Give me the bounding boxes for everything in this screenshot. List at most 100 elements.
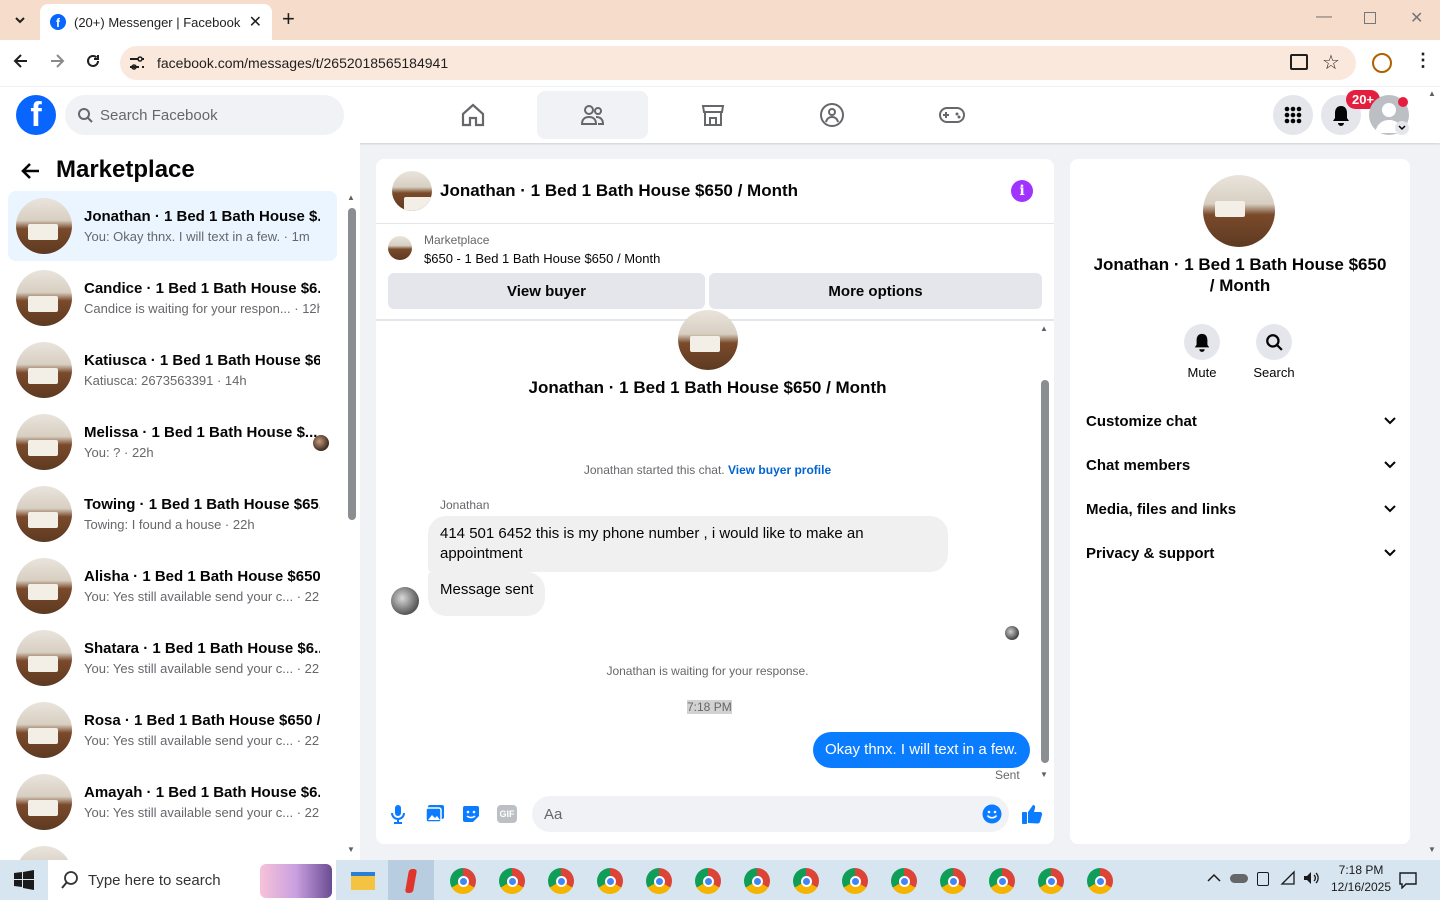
conversation-item[interactable]: Melissa · 1 Bed 1 Bath House $... You: ? … xyxy=(8,407,337,477)
message-timestamp: 7:18 PM xyxy=(687,700,732,714)
chrome-app-icon[interactable] xyxy=(789,864,823,898)
chat-members-row[interactable]: Chat members xyxy=(1086,450,1396,480)
search-facebook-input[interactable]: Search Facebook xyxy=(65,95,344,135)
browser-menu-icon[interactable]: ⋮ xyxy=(1414,50,1432,71)
page-scroll-up-arrow[interactable]: ▲ xyxy=(1428,89,1436,98)
pinned-app-icon[interactable] xyxy=(394,864,428,898)
intro-avatar[interactable] xyxy=(678,310,738,370)
listing-title[interactable]: $650 - 1 Bed 1 Bath House $650 / Month xyxy=(424,251,660,266)
menu-grid-button[interactable] xyxy=(1273,95,1313,135)
nav-marketplace[interactable] xyxy=(657,91,768,139)
nav-friends[interactable] xyxy=(537,91,648,139)
conversation-item[interactable]: Katiusca · 1 Bed 1 Bath House $6... Katiu… xyxy=(8,335,337,405)
listing-thumbnail xyxy=(16,414,72,470)
start-button[interactable] xyxy=(14,870,34,895)
sent-status: Sent xyxy=(995,768,1020,782)
back-button[interactable] xyxy=(12,52,30,75)
view-buyer-profile-link[interactable]: View buyer profile xyxy=(728,463,831,477)
nav-home[interactable] xyxy=(417,91,528,139)
conversation-scrollbar[interactable] xyxy=(348,208,356,520)
clock-time[interactable]: 7:18 PM xyxy=(1326,863,1396,877)
message-bubble-outgoing[interactable]: Okay thnx. I will text in a few. xyxy=(813,732,1030,768)
search-in-conversation-button[interactable] xyxy=(1256,324,1292,360)
chat-header-title[interactable]: Jonathan · 1 Bed 1 Bath House $650 / Mon… xyxy=(440,181,798,201)
sender-avatar[interactable] xyxy=(391,587,419,615)
mute-button[interactable] xyxy=(1184,324,1220,360)
site-info-icon[interactable] xyxy=(128,55,146,71)
chrome-app-icon[interactable] xyxy=(446,864,480,898)
conversation-item[interactable]: Amayah · 1 Bed 1 Bath House $6... You: Ye… xyxy=(8,767,337,837)
file-explorer-icon[interactable] xyxy=(346,864,380,898)
chat-header-avatar[interactable] xyxy=(392,171,432,211)
chrome-app-icon[interactable] xyxy=(887,864,921,898)
back-to-messages-icon[interactable] xyxy=(20,160,42,187)
view-buyer-button[interactable]: View buyer xyxy=(388,273,705,309)
scroll-down-arrow[interactable]: ▼ xyxy=(347,845,355,854)
action-center-icon[interactable] xyxy=(1398,871,1418,894)
onedrive-icon[interactable] xyxy=(1230,874,1248,883)
profile-icon[interactable] xyxy=(1372,53,1392,73)
sticker-button[interactable] xyxy=(461,804,481,829)
new-tab-button[interactable]: + xyxy=(282,8,302,32)
close-window-button[interactable]: ✕ xyxy=(1410,8,1423,28)
conversation-item[interactable]: Candice · 1 Bed 1 Bath House $6... Candic… xyxy=(8,263,337,333)
chat-scroll-up-arrow[interactable]: ▲ xyxy=(1040,324,1048,333)
conversation-item[interactable]: Jonathan · 1 Bed 1 Bath House $... You: O… xyxy=(8,191,337,261)
chrome-app-icon[interactable] xyxy=(936,864,970,898)
message-input[interactable]: Aa xyxy=(532,796,1009,832)
chrome-app-icon[interactable] xyxy=(593,864,627,898)
customize-chat-row[interactable]: Customize chat xyxy=(1086,406,1396,436)
facebook-logo-icon[interactable]: f xyxy=(16,95,56,135)
like-button[interactable] xyxy=(1021,803,1043,830)
chrome-app-icon[interactable] xyxy=(691,864,725,898)
conversation-item[interactable]: Towing · 1 Bed 1 Bath House $65... Towing… xyxy=(8,479,337,549)
minimize-button[interactable]: — xyxy=(1316,8,1332,28)
meet-now-icon[interactable] xyxy=(1257,872,1269,886)
details-avatar[interactable] xyxy=(1203,175,1275,247)
voice-clip-button[interactable] xyxy=(389,804,407,829)
conversation-item[interactable]: Rosa · 1 Bed 1 Bath House $650 /... You: … xyxy=(8,695,337,765)
page-scroll-down-arrow[interactable]: ▼ xyxy=(1428,845,1436,854)
clock-date[interactable]: 12/16/2025 xyxy=(1326,880,1396,894)
nav-groups[interactable] xyxy=(776,91,887,139)
account-chevron-icon[interactable] xyxy=(1395,121,1409,135)
show-hidden-icons[interactable] xyxy=(1207,870,1221,888)
more-options-button[interactable]: More options xyxy=(709,273,1042,309)
volume-icon[interactable] xyxy=(1302,870,1320,891)
chrome-app-icon[interactable] xyxy=(642,864,676,898)
install-app-icon[interactable] xyxy=(1290,54,1308,70)
chat-scroll-down-arrow[interactable]: ▼ xyxy=(1040,770,1048,779)
network-icon[interactable] xyxy=(1280,870,1296,891)
conversation-text: Shatara · 1 Bed 1 Bath House $6... You: Y… xyxy=(84,640,320,676)
conversation-item[interactable]: Shatara · 1 Bed 1 Bath House $6... You: Y… xyxy=(8,623,337,693)
forward-button[interactable] xyxy=(48,52,66,75)
scroll-up-arrow[interactable]: ▲ xyxy=(347,193,355,202)
listing-thumbnail[interactable] xyxy=(388,236,412,260)
address-bar[interactable]: facebook.com/messages/t/2652018565184941 xyxy=(120,46,1356,80)
media-files-links-row[interactable]: Media, files and links xyxy=(1086,494,1396,524)
message-bubble-incoming[interactable]: 414 501 6452 this is my phone number , i… xyxy=(428,516,948,572)
chrome-app-icon[interactable] xyxy=(985,864,1019,898)
chat-scrollbar[interactable] xyxy=(1041,380,1049,763)
chrome-app-icon[interactable] xyxy=(1083,864,1117,898)
conversation-title: Jonathan · 1 Bed 1 Bath House $... xyxy=(84,208,320,225)
chrome-app-icon[interactable] xyxy=(1034,864,1068,898)
chrome-app-icon[interactable] xyxy=(495,864,529,898)
chrome-app-icon[interactable] xyxy=(838,864,872,898)
nav-gaming[interactable] xyxy=(896,91,1007,139)
conversation-item[interactable]: Alisha · 1 Bed 1 Bath House $650... You: … xyxy=(8,551,337,621)
browser-tab[interactable]: f (20+) Messenger | Facebook ✕ xyxy=(40,4,272,40)
tab-search-button[interactable] xyxy=(8,8,32,32)
restore-button[interactable] xyxy=(1364,12,1376,24)
attach-photo-button[interactable] xyxy=(425,804,445,829)
chrome-app-icon[interactable] xyxy=(544,864,578,898)
bookmark-star-icon[interactable]: ☆ xyxy=(1322,50,1340,75)
chrome-app-icon[interactable] xyxy=(740,864,774,898)
gif-button[interactable]: GIF xyxy=(497,805,517,823)
message-bubble-incoming[interactable]: Message sent xyxy=(428,572,546,616)
reload-button[interactable] xyxy=(84,52,102,75)
conversation-info-button[interactable]: i xyxy=(1011,180,1033,202)
tab-close-icon[interactable]: ✕ xyxy=(249,12,262,32)
emoji-button[interactable] xyxy=(982,804,1002,829)
privacy-support-row[interactable]: Privacy & support xyxy=(1086,538,1396,568)
